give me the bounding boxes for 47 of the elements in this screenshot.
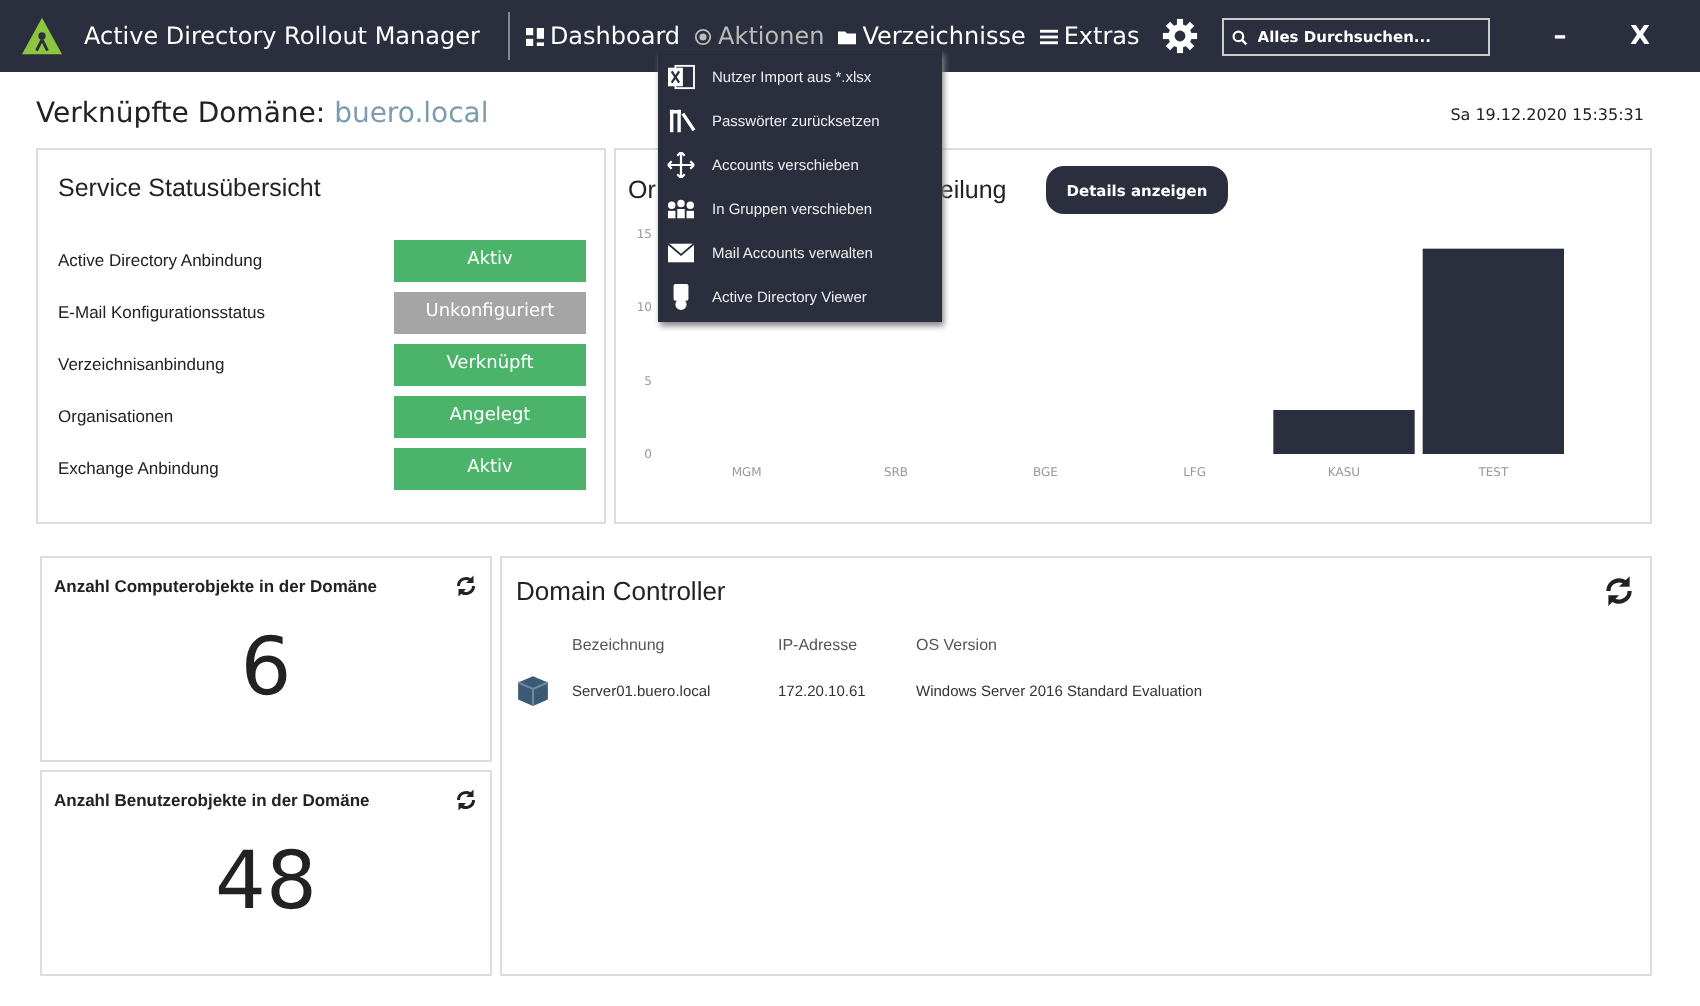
- count-value: 48: [213, 836, 319, 928]
- panel-title: Service Statusübersicht: [58, 174, 323, 202]
- nav-tab[interactable]: Extras: [1039, 22, 1140, 50]
- close-button[interactable]: X: [1600, 19, 1680, 53]
- card-title: Anzahl Computerobjekte in der Domäne: [54, 576, 378, 596]
- menu-icon: [1039, 27, 1058, 45]
- spreadsheet-icon: [666, 63, 696, 89]
- app-title: Active Directory Rollout Manager: [84, 22, 480, 50]
- mail-icon: [666, 239, 696, 265]
- folder-icon: [838, 27, 857, 45]
- service-label: Exchange Anbindung: [58, 458, 219, 478]
- move-arrows-icon: [666, 151, 696, 177]
- minimize-button[interactable]: –: [1520, 19, 1600, 53]
- chart-bar: [1273, 410, 1415, 454]
- panel-title: Or: [628, 176, 656, 204]
- panel-title: eilung: [939, 176, 1007, 204]
- nav-tab[interactable]: Aktionen: [694, 22, 825, 50]
- logo-icon: [20, 16, 64, 56]
- count-value: 6: [238, 622, 294, 714]
- column-header: IP-Adresse: [778, 636, 860, 654]
- date-time: Sa 19.12.2020 15:35:31: [1450, 105, 1644, 123]
- refresh-icon[interactable]: [454, 574, 478, 598]
- service-label: Organisationen: [58, 406, 174, 426]
- service-label: Active Directory Anbindung: [58, 250, 263, 270]
- service-label: E-Mail Konfigurationsstatus: [58, 302, 265, 322]
- status-badge: Aktiv: [394, 447, 586, 489]
- group-icon: [666, 195, 696, 221]
- refresh-icon[interactable]: [1602, 574, 1636, 608]
- card-title: Anzahl Benutzerobjekte in der Domäne: [54, 790, 370, 810]
- panel-title: Domain Controller: [516, 576, 726, 606]
- search-icon: [1231, 29, 1248, 45]
- nav-tab[interactable]: Dashboard: [525, 22, 681, 50]
- server-icon: [516, 674, 550, 708]
- column-header: OS Version: [916, 636, 999, 654]
- status-badge: Aktiv: [394, 239, 586, 281]
- status-badge: Angelegt: [394, 395, 586, 437]
- service-label: Verzeichnisanbindung: [58, 354, 225, 374]
- domain-heading: Verknüpfte Domäne: buero.local: [36, 98, 489, 130]
- radio-icon: [694, 27, 713, 45]
- grid-icon: [525, 27, 544, 45]
- status-badge: Verknüpft: [394, 343, 586, 385]
- tools-icon: [666, 107, 696, 133]
- status-badge: Unkonfiguriert: [394, 291, 586, 333]
- settings-icon[interactable]: [1161, 18, 1198, 54]
- refresh-icon[interactable]: [454, 788, 478, 812]
- column-header: Bezeichnung: [572, 636, 667, 654]
- nav-tab[interactable]: Verzeichnisse: [838, 22, 1026, 50]
